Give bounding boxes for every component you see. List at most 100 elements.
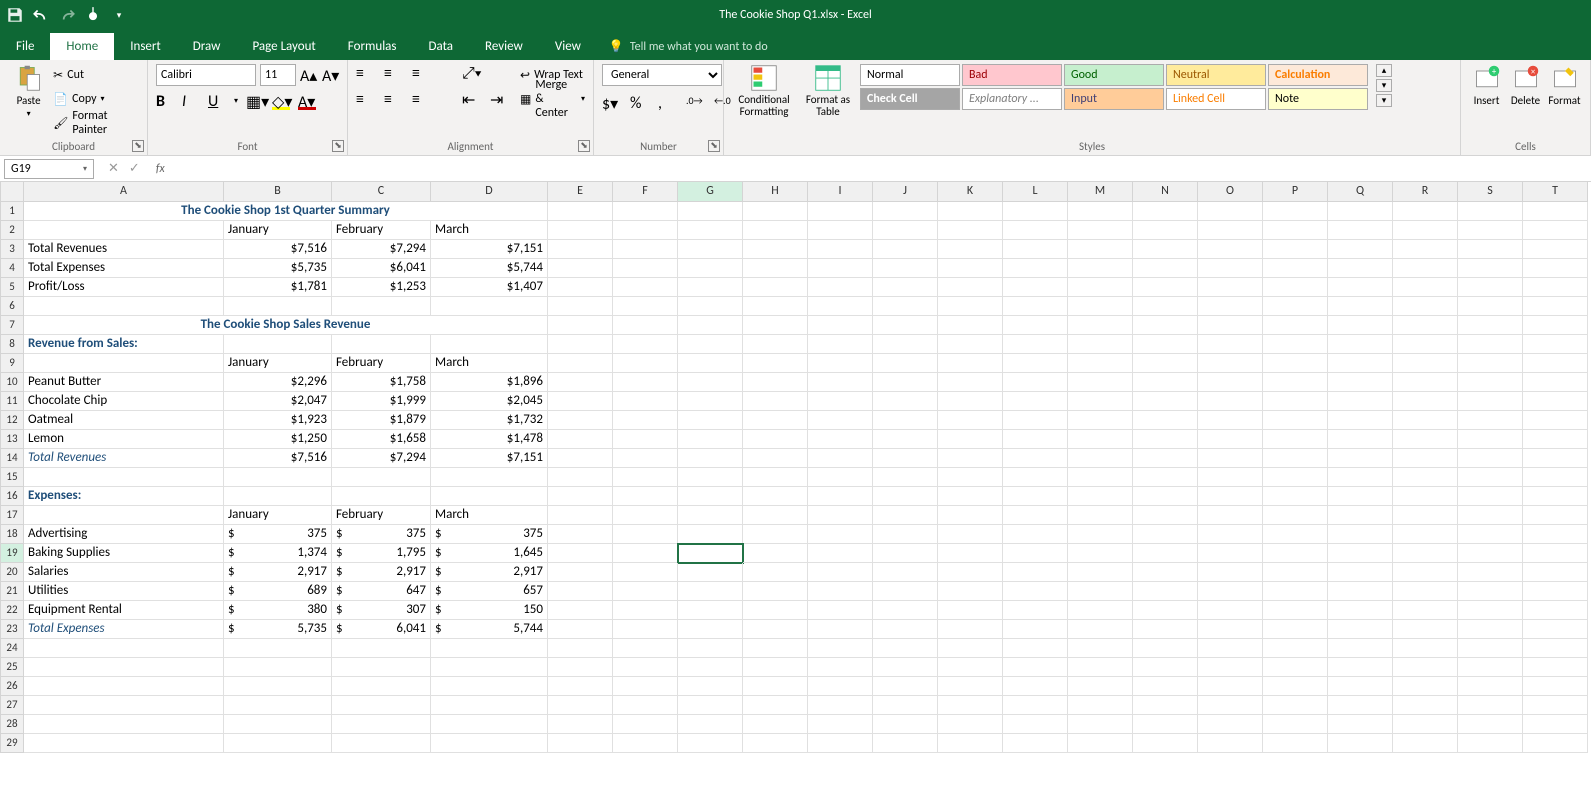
- cell-C17[interactable]: February: [332, 506, 431, 525]
- cell-J25[interactable]: [873, 658, 938, 677]
- row-header-22[interactable]: 22: [0, 601, 24, 620]
- cell-B19[interactable]: $1,374: [224, 544, 332, 563]
- row-header-17[interactable]: 17: [0, 506, 24, 525]
- cell-S10[interactable]: [1458, 373, 1523, 392]
- cell-I1[interactable]: [808, 202, 873, 221]
- cell-D21[interactable]: $657: [431, 582, 548, 601]
- cell-D4[interactable]: $5,744: [431, 259, 548, 278]
- cell-T9[interactable]: [1523, 354, 1588, 373]
- cell-F5[interactable]: [613, 278, 678, 297]
- cell-D19[interactable]: $1,645: [431, 544, 548, 563]
- cell-J13[interactable]: [873, 430, 938, 449]
- cell-R18[interactable]: [1393, 525, 1458, 544]
- cell-E17[interactable]: [548, 506, 613, 525]
- column-header-F[interactable]: F: [613, 182, 678, 202]
- cell-D17[interactable]: March: [431, 506, 548, 525]
- cell-B5[interactable]: $1,781: [224, 278, 332, 297]
- shrink-font-icon[interactable]: A▾: [322, 66, 340, 84]
- cell-M15[interactable]: [1068, 468, 1133, 487]
- cell-K7[interactable]: [938, 316, 1003, 335]
- cell-K13[interactable]: [938, 430, 1003, 449]
- cell-E22[interactable]: [548, 601, 613, 620]
- cell-J12[interactable]: [873, 411, 938, 430]
- cell-E13[interactable]: [548, 430, 613, 449]
- accounting-format-button[interactable]: $▾: [602, 94, 620, 112]
- cell-H14[interactable]: [743, 449, 808, 468]
- cell-A16[interactable]: Expenses:: [24, 487, 224, 506]
- cell-T2[interactable]: [1523, 221, 1588, 240]
- cell-K24[interactable]: [938, 639, 1003, 658]
- cell-G18[interactable]: [678, 525, 743, 544]
- cell-L19[interactable]: [1003, 544, 1068, 563]
- cell-J17[interactable]: [873, 506, 938, 525]
- cell-C4[interactable]: $6,041: [332, 259, 431, 278]
- cell-E16[interactable]: [548, 487, 613, 506]
- cell-L23[interactable]: [1003, 620, 1068, 639]
- cell-N26[interactable]: [1133, 677, 1198, 696]
- cell-I20[interactable]: [808, 563, 873, 582]
- cell-A27[interactable]: [24, 696, 224, 715]
- fx-icon[interactable]: fx: [150, 162, 171, 176]
- cell-R19[interactable]: [1393, 544, 1458, 563]
- cell-N11[interactable]: [1133, 392, 1198, 411]
- cell-F7[interactable]: [613, 316, 678, 335]
- cell-D23[interactable]: $5,744: [431, 620, 548, 639]
- cell-H7[interactable]: [743, 316, 808, 335]
- cell-B29[interactable]: [224, 734, 332, 753]
- cell-C2[interactable]: February: [332, 221, 431, 240]
- cell-A18[interactable]: Advertising: [24, 525, 224, 544]
- cell-O10[interactable]: [1198, 373, 1263, 392]
- cell-D18[interactable]: $375: [431, 525, 548, 544]
- cell-N15[interactable]: [1133, 468, 1198, 487]
- column-header-N[interactable]: N: [1133, 182, 1198, 202]
- cell-G10[interactable]: [678, 373, 743, 392]
- cell-H26[interactable]: [743, 677, 808, 696]
- cell-K11[interactable]: [938, 392, 1003, 411]
- cell-H13[interactable]: [743, 430, 808, 449]
- cell-T6[interactable]: [1523, 297, 1588, 316]
- cell-G21[interactable]: [678, 582, 743, 601]
- cell-G28[interactable]: [678, 715, 743, 734]
- cell-M18[interactable]: [1068, 525, 1133, 544]
- align-bottom-icon[interactable]: ≡: [412, 64, 430, 82]
- cell-T1[interactable]: [1523, 202, 1588, 221]
- cell-L15[interactable]: [1003, 468, 1068, 487]
- cell-F16[interactable]: [613, 487, 678, 506]
- cell-F19[interactable]: [613, 544, 678, 563]
- cell-E29[interactable]: [548, 734, 613, 753]
- cell-O26[interactable]: [1198, 677, 1263, 696]
- cell-E15[interactable]: [548, 468, 613, 487]
- cell-D22[interactable]: $150: [431, 601, 548, 620]
- cell-H24[interactable]: [743, 639, 808, 658]
- cell-N6[interactable]: [1133, 297, 1198, 316]
- cell-G26[interactable]: [678, 677, 743, 696]
- cell-A14[interactable]: Total Revenues: [24, 449, 224, 468]
- cell-P12[interactable]: [1263, 411, 1328, 430]
- cell-F24[interactable]: [613, 639, 678, 658]
- column-header-A[interactable]: A: [24, 182, 224, 202]
- cell-A7[interactable]: The Cookie Shop Sales Revenue: [24, 316, 548, 335]
- cell-M16[interactable]: [1068, 487, 1133, 506]
- cell-B16[interactable]: [224, 487, 332, 506]
- cell-K27[interactable]: [938, 696, 1003, 715]
- cell-A17[interactable]: [24, 506, 224, 525]
- cell-R7[interactable]: [1393, 316, 1458, 335]
- cell-T25[interactable]: [1523, 658, 1588, 677]
- cell-S16[interactable]: [1458, 487, 1523, 506]
- cell-E27[interactable]: [548, 696, 613, 715]
- cell-J9[interactable]: [873, 354, 938, 373]
- cell-C3[interactable]: $7,294: [332, 240, 431, 259]
- cell-N3[interactable]: [1133, 240, 1198, 259]
- cell-C11[interactable]: $1,999: [332, 392, 431, 411]
- cell-I15[interactable]: [808, 468, 873, 487]
- column-header-M[interactable]: M: [1068, 182, 1133, 202]
- cell-H25[interactable]: [743, 658, 808, 677]
- column-header-J[interactable]: J: [873, 182, 938, 202]
- cell-J2[interactable]: [873, 221, 938, 240]
- cell-A1[interactable]: The Cookie Shop 1st Quarter Summary: [24, 202, 548, 221]
- cell-F23[interactable]: [613, 620, 678, 639]
- cell-D15[interactable]: [431, 468, 548, 487]
- cell-R14[interactable]: [1393, 449, 1458, 468]
- cell-J6[interactable]: [873, 297, 938, 316]
- cell-I22[interactable]: [808, 601, 873, 620]
